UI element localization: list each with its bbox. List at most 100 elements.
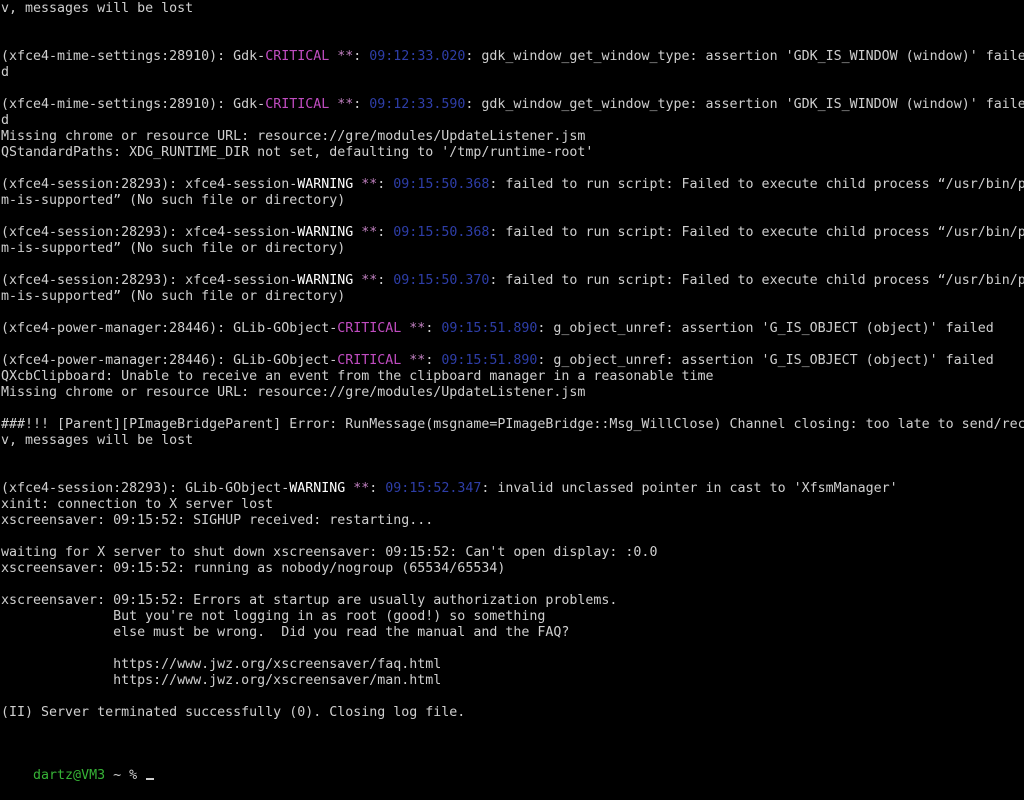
- terminal-line: m-is-supported” (No such file or directo…: [1, 241, 1024, 257]
- line-segment: xscreensaver: 09:15:52: SIGHUP received:…: [1, 513, 434, 528]
- prompt-user-host: dartz@VM3: [33, 768, 106, 783]
- terminal-line: (xfce4-session:28293): xfce4-session-WAR…: [1, 273, 1024, 289]
- line-segment: **: [409, 353, 426, 368]
- line-segment: :: [369, 481, 386, 496]
- line-segment: d: [1, 113, 10, 128]
- terminal-line: xscreensaver: 09:15:52: SIGHUP received:…: [1, 513, 1024, 529]
- terminal-window[interactable]: v, messages will be lost (xfce4-mime-sett…: [0, 0, 1024, 783]
- line-segment: WARNING: [297, 273, 354, 288]
- terminal-line: (xfce4-session:28293): xfce4-session-WAR…: [1, 225, 1024, 241]
- line-segment: d: [1, 65, 10, 80]
- line-segment: CRITICAL: [265, 49, 330, 64]
- line-segment: (xfce4-mime-settings:28910): Gdk-: [1, 49, 266, 64]
- line-segment: Missing chrome or resource URL: resource…: [1, 129, 586, 144]
- line-segment: : failed to run script: Failed to execut…: [489, 225, 1024, 240]
- line-segment: : failed to run script: Failed to execut…: [489, 273, 1024, 288]
- terminal-line: (xfce4-session:28293): GLib-GObject-WARN…: [1, 481, 1024, 497]
- terminal-output: v, messages will be lost (xfce4-mime-sett…: [1, 1, 1024, 721]
- line-segment: :: [353, 49, 370, 64]
- line-segment: (xfce4-power-manager:28446): GLib-GObjec…: [1, 353, 338, 368]
- line-segment: Missing chrome or resource URL: resource…: [1, 385, 586, 400]
- terminal-line: else must be wrong. Did you read the man…: [1, 625, 1024, 641]
- line-segment: : invalid unclassed pointer in cast to '…: [481, 481, 898, 496]
- line-segment: WARNING: [297, 177, 354, 192]
- line-segment: 09:12:33.020: [369, 49, 466, 64]
- line-segment: CRITICAL: [265, 97, 330, 112]
- line-segment: 09:15:50.368: [393, 177, 490, 192]
- line-segment: 09:12:33.590: [369, 97, 466, 112]
- line-segment: 09:15:51.890: [441, 321, 538, 336]
- terminal-line: xscreensaver: 09:15:52: Errors at startu…: [1, 593, 1024, 609]
- terminal-line: (xfce4-power-manager:28446): GLib-GObjec…: [1, 353, 1024, 369]
- line-segment: 09:15:50.368: [393, 225, 490, 240]
- line-segment: 09:15:52.347: [385, 481, 482, 496]
- line-segment: **: [337, 97, 354, 112]
- prompt-path: ~ %: [105, 768, 146, 783]
- terminal-line: Missing chrome or resource URL: resource…: [1, 385, 1024, 401]
- line-segment: :: [425, 353, 442, 368]
- terminal-line: d: [1, 113, 1024, 129]
- terminal-line: (xfce4-power-manager:28446): GLib-GObjec…: [1, 321, 1024, 337]
- line-segment: m-is-supported” (No such file or directo…: [1, 289, 346, 304]
- line-segment: v, messages will be lost: [1, 1, 194, 16]
- terminal-line: xinit: connection to X server lost: [1, 497, 1024, 513]
- line-segment: ###!!! [Parent][PImageBridgeParent] Erro…: [1, 417, 1024, 432]
- terminal-line: xscreensaver: 09:15:52: running as nobod…: [1, 561, 1024, 577]
- line-segment: CRITICAL: [337, 321, 402, 336]
- line-segment: : g_object_unref: assertion 'G_IS_OBJECT…: [537, 353, 994, 368]
- line-segment: waiting for X server to shut down xscree…: [1, 545, 658, 560]
- terminal-line: (xfce4-mime-settings:28910): Gdk-CRITICA…: [1, 97, 1024, 113]
- terminal-line: m-is-supported” (No such file or directo…: [1, 193, 1024, 209]
- terminal-line: m-is-supported” (No such file or directo…: [1, 289, 1024, 305]
- line-segment: CRITICAL: [337, 353, 402, 368]
- line-segment: : failed to run script: Failed to execut…: [489, 177, 1024, 192]
- line-segment: : gdk_window_get_window_type: assertion …: [465, 49, 1024, 64]
- line-segment: m-is-supported” (No such file or directo…: [1, 193, 346, 208]
- line-segment: xscreensaver: 09:15:52: running as nobod…: [1, 561, 506, 576]
- shell-prompt[interactable]: dartz@VM3 ~ %: [1, 752, 155, 783]
- line-segment: :: [377, 225, 394, 240]
- line-segment: :: [353, 97, 370, 112]
- line-segment: **: [361, 273, 378, 288]
- terminal-line: https://www.jwz.org/xscreensaver/faq.htm…: [1, 657, 1024, 673]
- line-segment: xinit: connection to X server lost: [1, 497, 274, 512]
- line-segment: (xfce4-mime-settings:28910): Gdk-: [1, 97, 266, 112]
- line-segment: QStandardPaths: XDG_RUNTIME_DIR not set,…: [1, 145, 594, 160]
- line-segment: **: [409, 321, 426, 336]
- line-segment: **: [361, 177, 378, 192]
- line-segment: **: [337, 49, 354, 64]
- line-segment: 09:15:51.890: [441, 353, 538, 368]
- text-cursor: [146, 778, 155, 780]
- terminal-line: QStandardPaths: XDG_RUNTIME_DIR not set,…: [1, 145, 1024, 161]
- terminal-line: d: [1, 65, 1024, 81]
- line-segment: : g_object_unref: assertion 'G_IS_OBJECT…: [537, 321, 994, 336]
- terminal-line: waiting for X server to shut down xscree…: [1, 545, 1024, 561]
- line-segment: https://www.jwz.org/xscreensaver/faq.htm…: [1, 657, 442, 672]
- terminal-line: (xfce4-session:28293): xfce4-session-WAR…: [1, 177, 1024, 193]
- terminal-line: QXcbClipboard: Unable to receive an even…: [1, 369, 1024, 385]
- line-segment: (II) Server terminated successfully (0).…: [1, 705, 466, 720]
- line-segment: xscreensaver: 09:15:52: Errors at startu…: [1, 593, 618, 608]
- line-segment: else must be wrong. Did you read the man…: [1, 625, 570, 640]
- line-segment: :: [425, 321, 442, 336]
- line-segment: :: [377, 273, 394, 288]
- line-segment: https://www.jwz.org/xscreensaver/man.htm…: [1, 673, 442, 688]
- line-segment: (xfce4-session:28293): xfce4-session-: [1, 273, 298, 288]
- terminal-line: https://www.jwz.org/xscreensaver/man.htm…: [1, 673, 1024, 689]
- terminal-line: ###!!! [Parent][PImageBridgeParent] Erro…: [1, 417, 1024, 433]
- line-segment: : gdk_window_get_window_type: assertion …: [465, 97, 1024, 112]
- line-segment: :: [377, 177, 394, 192]
- line-segment: m-is-supported” (No such file or directo…: [1, 241, 346, 256]
